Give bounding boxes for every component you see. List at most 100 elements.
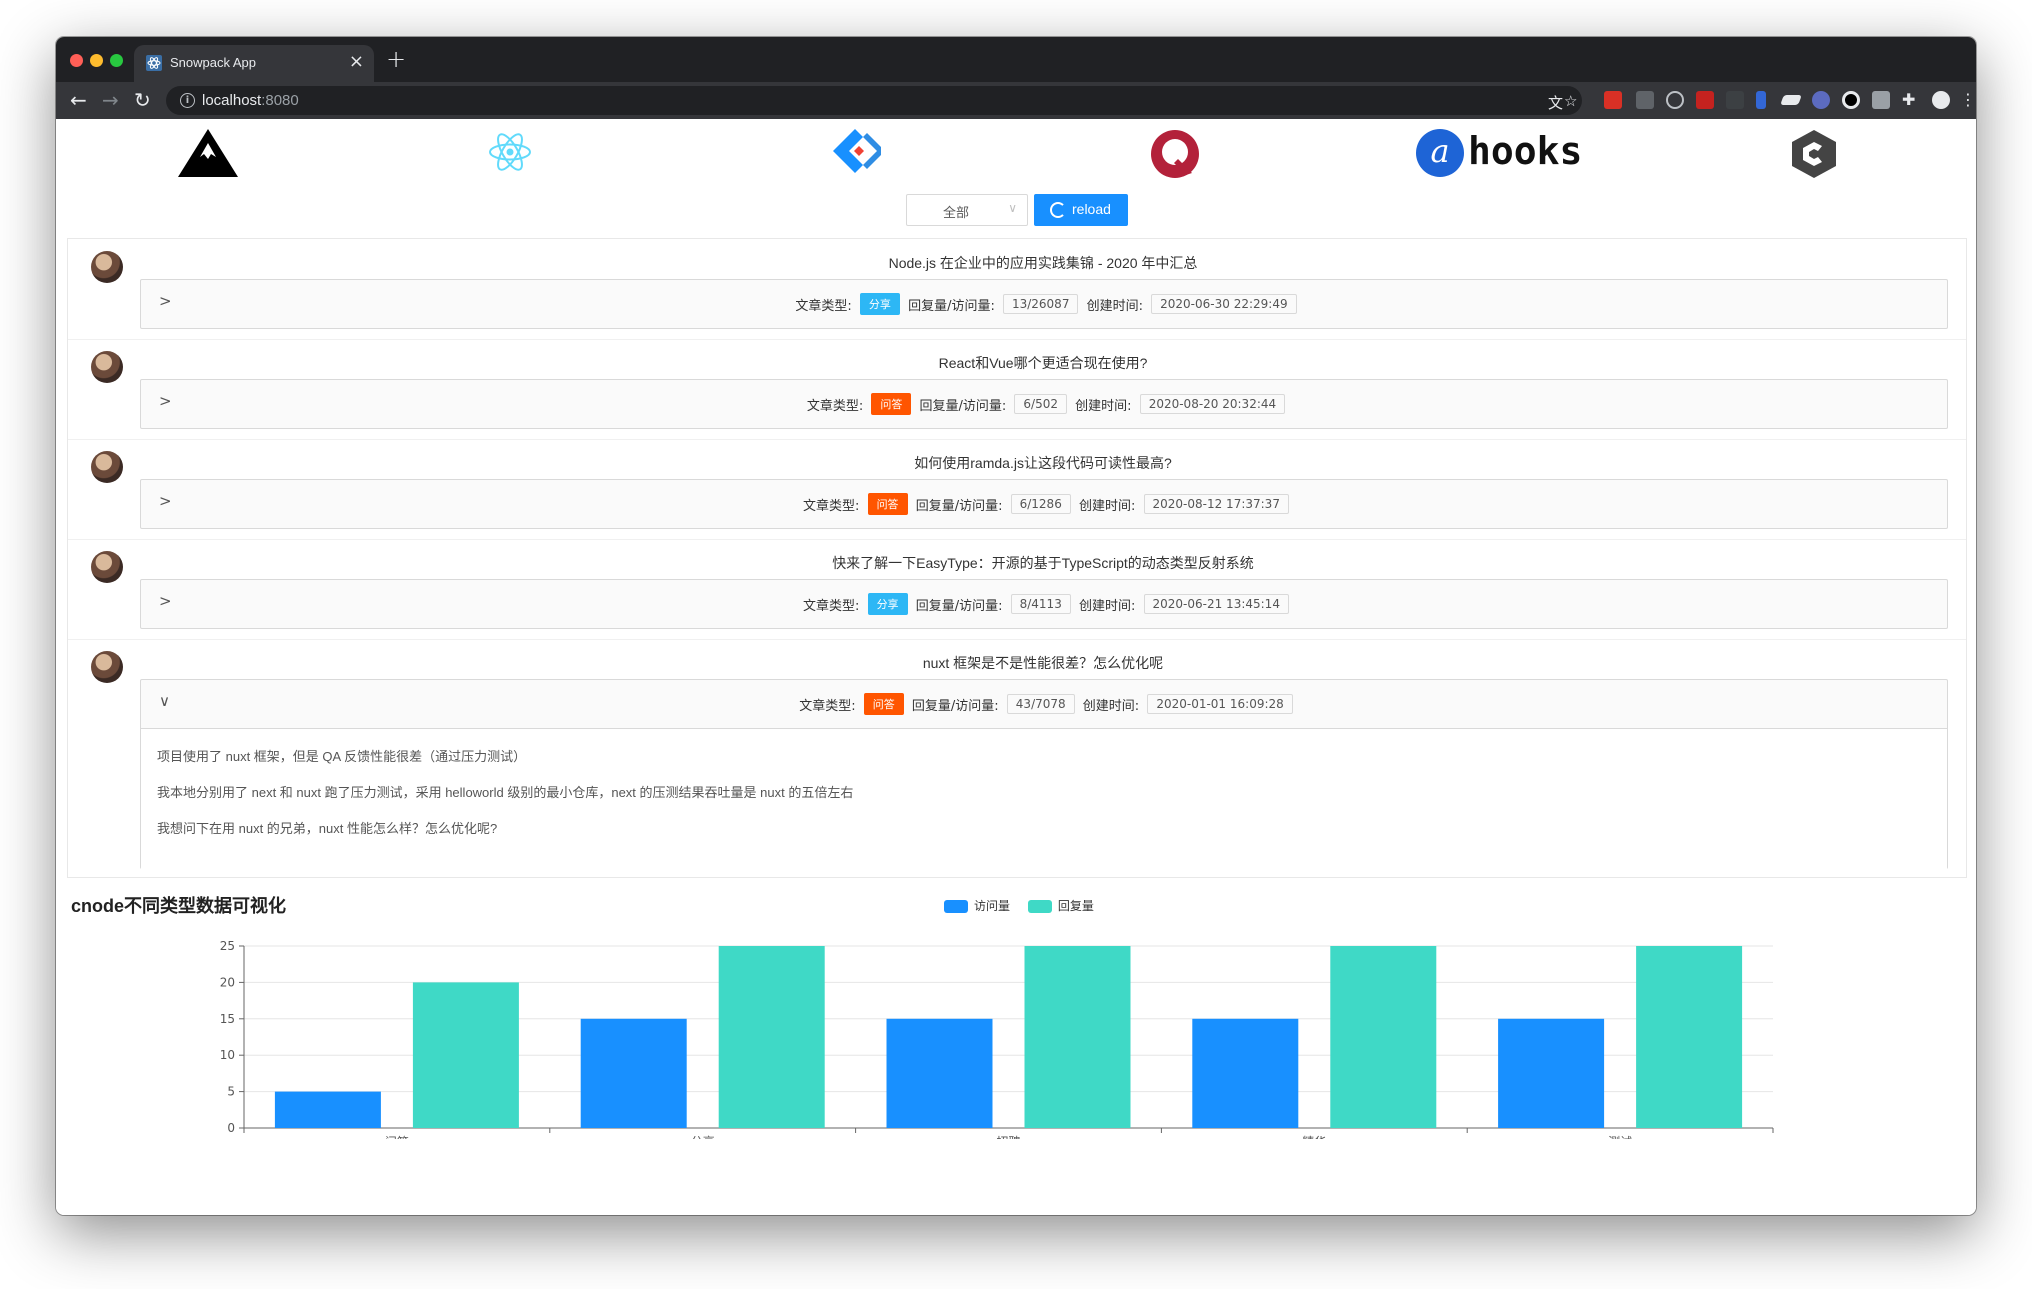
extension-9-icon[interactable] [1842, 91, 1860, 109]
topic-meta: 文章类型: 问答 回复量/访问量: 6/1286 创建时间: 2020-08-1… [141, 493, 1947, 515]
y-tick-label: 25 [220, 939, 235, 953]
topic-meta: 文章类型: 分享 回复量/访问量: 8/4113 创建时间: 2020-06-2… [141, 593, 1947, 615]
type-label: 文章类型: [803, 498, 860, 514]
bar-reply [1636, 946, 1743, 1128]
forward-arrow-icon[interactable]: → [102, 88, 119, 112]
fe-helper-icon[interactable] [1696, 91, 1714, 109]
collapse-panel-expanded[interactable]: ∨ 文章类型: 问答 回复量/访问量: 43/7078 创建时间: 2020-0… [140, 679, 1948, 869]
bar-reply [718, 946, 825, 1128]
topic-title[interactable]: 如何使用ramda.js让这段代码可读性最高? [140, 453, 1946, 473]
type-label: 文章类型: [806, 398, 864, 414]
extension-7-icon[interactable] [1780, 95, 1802, 105]
reload-button[interactable]: reload [1034, 194, 1128, 226]
topic-title[interactable]: Node.js 在企业中的应用实践集锦 - 2020 年中汇总 [140, 253, 1946, 273]
topic-title[interactable]: nuxt 框架是不是性能很差？怎么优化呢 [140, 653, 1946, 673]
topic-title[interactable]: React和Vue哪个更适合现在使用? [140, 353, 1946, 373]
type-label: 文章类型: [795, 298, 852, 314]
type-tag: 问答 [871, 393, 912, 415]
refresh-icon[interactable]: ↻ [134, 88, 151, 112]
x-tick-label: 测试 [1608, 1134, 1632, 1139]
y-tick-label: 5 [227, 1085, 235, 1099]
type-select-value: 全部 [943, 206, 970, 221]
collapse-panel[interactable]: > 文章类型: 分享 回复量/访问量: 13/26087 创建时间: 2020-… [140, 279, 1948, 329]
reload-label: reload [1072, 201, 1111, 217]
content-paragraph: 我本地分别用了 next 和 nuxt 跑了压力测试，采用 helloworld… [157, 785, 854, 800]
back-arrow-icon[interactable]: ← [70, 88, 87, 112]
extensions-puzzle-icon[interactable]: ✚ [1902, 91, 1920, 109]
tab-bar: Snowpack App × + [56, 37, 1976, 82]
bookmark-star-icon[interactable]: ☆ [1564, 92, 1577, 110]
reply-visit-value: 6/502 [1014, 394, 1068, 414]
tab-title: Snowpack App [170, 55, 257, 70]
ahooks-wordmark: hooks [1468, 129, 1583, 173]
list-item: 快来了解一下EasyType：开源的基于TypeScript的动态类型反射系统 … [68, 539, 1966, 640]
avatar[interactable] [91, 451, 123, 483]
y-tick-label: 20 [220, 975, 235, 989]
bar-reply [1330, 946, 1437, 1128]
cnode-logo-icon [1792, 130, 1836, 178]
minimize-window-button[interactable] [90, 54, 103, 67]
type-select[interactable]: 全部 ∨ [906, 194, 1028, 226]
site-info-icon[interactable]: i [180, 93, 195, 108]
list-item: React和Vue哪个更适合现在使用? > 文章类型: 问答 回复量/访问量: … [68, 339, 1966, 440]
extension-8-icon[interactable] [1812, 91, 1830, 109]
collapse-panel[interactable]: > 文章类型: 问答 回复量/访问量: 6/502 创建时间: 2020-08-… [140, 379, 1948, 429]
extension-3-icon[interactable] [1666, 91, 1684, 109]
q-logo-icon [1151, 130, 1199, 178]
bar-visit [886, 1018, 993, 1128]
avatar[interactable] [91, 251, 123, 283]
type-tag: 分享 [859, 293, 900, 315]
topic-meta: 文章类型: 分享 回复量/访问量: 13/26087 创建时间: 2020-06… [141, 293, 1947, 315]
maximize-window-button[interactable] [110, 54, 123, 67]
x-tick-label: 精华 [1302, 1135, 1326, 1139]
created-label: 创建时间: [1078, 598, 1136, 614]
react-favicon-icon [146, 55, 162, 71]
bar-visit [274, 1091, 381, 1128]
created-label: 创建时间: [1078, 498, 1136, 514]
reload-icon [1050, 202, 1066, 218]
close-window-button[interactable] [70, 54, 83, 67]
list-item: 如何使用ramda.js让这段代码可读性最高? > 文章类型: 问答 回复量/访… [68, 439, 1966, 540]
topic-content: 项目使用了 nuxt 框架，但是 QA 反馈性能很差（通过压力测试） 我本地分别… [141, 728, 1947, 869]
translate-icon[interactable]: 文 [1548, 92, 1563, 113]
avatar[interactable] [91, 551, 123, 583]
vue-devtools-icon[interactable] [1636, 91, 1654, 109]
collapse-panel[interactable]: > 文章类型: 分享 回复量/访问量: 8/4113 创建时间: 2020-06… [140, 579, 1948, 629]
avatar[interactable] [91, 351, 123, 383]
tab-close-icon[interactable]: × [349, 51, 364, 72]
created-value: 2020-06-21 13:45:14 [1143, 594, 1289, 614]
created-value: 2020-08-20 20:32:44 [1139, 394, 1286, 414]
reply-visit-label: 回复量/访问量: [911, 698, 999, 714]
reply-visit-label: 回复量/访问量: [919, 398, 1007, 414]
avatar[interactable] [91, 651, 123, 683]
bar-visit [1498, 1018, 1605, 1128]
extension-10-icon[interactable] [1872, 91, 1890, 109]
topic-meta: 文章类型: 问答 回复量/访问量: 6/502 创建时间: 2020-08-20… [141, 393, 1947, 415]
extension-1-icon[interactable] [1604, 91, 1622, 109]
reply-visit-value: 8/4113 [1010, 594, 1071, 614]
browser-toolbar: ← → ↻ i localhost:8080 文 ☆ ✚ ⋮ [56, 82, 1976, 119]
list-item: Node.js 在企业中的应用实践集锦 - 2020 年中汇总 > 文章类型: … [68, 239, 1966, 340]
y-tick-label: 0 [227, 1121, 235, 1135]
mountain-logo-icon [178, 129, 238, 177]
profile-avatar-icon[interactable] [1932, 91, 1950, 109]
new-tab-button[interactable]: + [386, 45, 406, 73]
more-menu-icon[interactable]: ⋮ [1960, 91, 1976, 109]
topic-title[interactable]: 快来了解一下EasyType：开源的基于TypeScript的动态类型反射系统 [140, 553, 1946, 573]
extension-5-icon[interactable] [1726, 91, 1744, 109]
reply-visit-label: 回复量/访问量: [915, 498, 1003, 514]
created-label: 创建时间: [1075, 398, 1132, 414]
type-label: 文章类型: [803, 598, 860, 614]
created-value: 2020-01-01 16:09:28 [1147, 694, 1293, 714]
y-tick-label: 10 [220, 1048, 235, 1062]
browser-tab[interactable]: Snowpack App × [134, 45, 374, 82]
ahooks-badge: a [1416, 129, 1464, 177]
type-tag: 分享 [867, 593, 908, 615]
address-bar[interactable]: i localhost:8080 文 ☆ [166, 86, 1582, 115]
extension-6-icon[interactable] [1756, 91, 1766, 109]
bar-chart: 0 5 10 15 20 25 问答 分享 招聘 精华 测试 [220, 939, 1774, 1139]
created-label: 创建时间: [1082, 698, 1140, 714]
chevron-down-icon: ∨ [1008, 201, 1017, 215]
collapse-panel[interactable]: > 文章类型: 问答 回复量/访问量: 6/1286 创建时间: 2020-08… [140, 479, 1948, 529]
bar-reply [412, 982, 519, 1128]
